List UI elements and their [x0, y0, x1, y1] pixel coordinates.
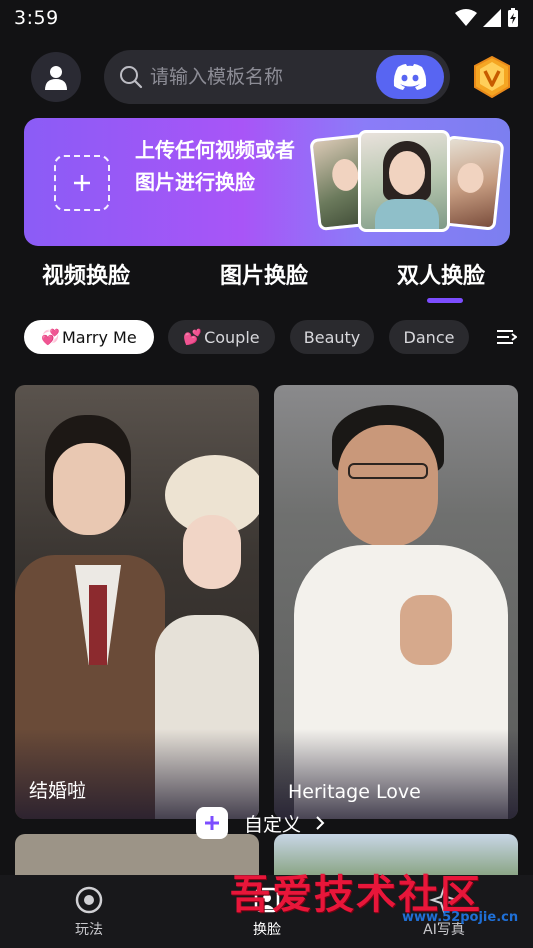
template-card[interactable]: 结婚啦 — [15, 385, 259, 819]
battery-icon — [508, 8, 518, 27]
custom-template-button[interactable]: 自定义 — [196, 806, 325, 840]
discord-icon — [393, 64, 427, 90]
face-swap-icon — [254, 887, 280, 913]
tab-image-faceswap[interactable]: 图片换脸 — [220, 258, 308, 290]
nav-item-ai-photo[interactable]: AI写真 — [404, 885, 484, 939]
nav-label: AI写真 — [423, 922, 465, 938]
chip-label: Marry Me — [62, 327, 137, 347]
plus-icon — [196, 807, 228, 839]
status-bar: 3:59 — [0, 0, 533, 36]
tab-indicator — [427, 298, 463, 303]
chip-beauty[interactable]: Beauty — [290, 320, 374, 354]
chip-dance[interactable]: Dance — [389, 320, 469, 354]
chip-label: Couple — [204, 327, 260, 347]
user-icon — [45, 66, 67, 90]
search-box[interactable] — [104, 50, 450, 104]
hearts-icon: 💕 — [183, 328, 203, 346]
tab-video-faceswap[interactable]: 视频换脸 — [42, 258, 130, 290]
search-icon — [118, 64, 144, 90]
header — [0, 50, 533, 106]
vip-badge-button[interactable] — [472, 56, 512, 98]
heart-icon: 💞 — [41, 328, 60, 346]
upload-banner[interactable]: 上传任何视频或者图片进行换脸 — [24, 118, 510, 246]
card-title: Heritage Love — [288, 781, 421, 803]
template-card[interactable]: Heritage Love — [274, 385, 518, 819]
status-icons — [455, 8, 519, 28]
chip-couple[interactable]: 💕 Couple — [168, 320, 275, 354]
search-input[interactable] — [150, 66, 370, 88]
vip-icon — [474, 56, 510, 98]
tab-double-faceswap[interactable]: 双人换脸 — [397, 258, 485, 290]
discord-button[interactable] — [376, 55, 444, 99]
bottom-nav: 玩法 换脸 AI写真 — [0, 875, 533, 948]
banner-photo-center — [358, 130, 450, 232]
category-menu-button[interactable] — [478, 320, 533, 354]
banner-text: 上传任何视频或者图片进行换脸 — [135, 138, 295, 194]
nav-item-faceswap[interactable]: 换脸 — [227, 885, 307, 939]
plus-icon — [74, 175, 90, 191]
wifi-icon — [455, 9, 477, 26]
chip-label: Dance — [403, 327, 455, 347]
chevron-right-icon — [316, 816, 325, 830]
menu-icon — [496, 330, 517, 344]
nav-item-play[interactable]: 玩法 — [49, 885, 129, 939]
upload-plus-button[interactable] — [54, 155, 110, 211]
chip-label: Beauty — [303, 327, 361, 347]
custom-label: 自定义 — [244, 813, 302, 836]
category-tabs: 视频换脸 图片换脸 双人换脸 — [0, 258, 533, 306]
nav-label: 玩法 — [75, 922, 103, 938]
status-time: 3:59 — [14, 7, 59, 29]
card-title: 结婚啦 — [29, 780, 87, 802]
profile-avatar-button[interactable] — [31, 52, 81, 102]
chip-marry-me[interactable]: 💞 Marry Me — [24, 320, 154, 354]
signal-icon — [483, 9, 501, 27]
filter-chips: 💞 Marry Me 💕 Couple Beauty Dance — [0, 320, 533, 356]
target-icon — [75, 886, 103, 914]
ai-photo-icon — [429, 885, 459, 915]
nav-label: 换脸 — [253, 922, 281, 938]
